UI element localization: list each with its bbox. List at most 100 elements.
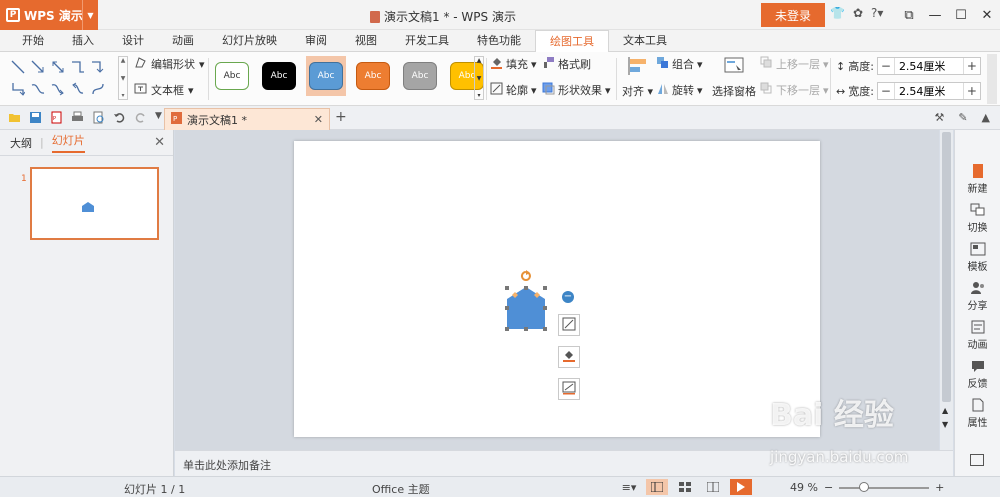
- task-template[interactable]: 模板: [955, 242, 1000, 273]
- help-button[interactable]: ?▾: [871, 6, 883, 20]
- play-slideshow-button[interactable]: [730, 479, 752, 495]
- shirt-icon[interactable]: 👕: [830, 6, 845, 20]
- zoom-slider-knob[interactable]: [859, 481, 870, 492]
- tab-home[interactable]: 开始: [8, 30, 58, 51]
- arrow-line-icon[interactable]: [28, 56, 48, 78]
- task-switch[interactable]: 切换: [955, 203, 1000, 234]
- curved-double-arrow-icon[interactable]: [68, 78, 88, 100]
- height-increment-button[interactable]: +: [964, 59, 980, 73]
- elbow-double-arrow-icon[interactable]: [8, 78, 28, 100]
- tab-text-tools[interactable]: 文本工具: [609, 30, 681, 51]
- tab-features[interactable]: 特色功能: [463, 30, 535, 51]
- width-input[interactable]: [893, 83, 964, 99]
- elbow-arrow-icon[interactable]: [88, 56, 108, 78]
- task-properties[interactable]: 属性: [955, 398, 1000, 429]
- selection-pane-button[interactable]: 选择窗格: [712, 56, 756, 99]
- minus-circle-icon[interactable]: −: [562, 291, 574, 303]
- export-pdf-icon[interactable]: P: [50, 111, 63, 124]
- width-increment-button[interactable]: +: [964, 84, 980, 98]
- notes-view-icon[interactable]: ≡▾: [618, 479, 640, 495]
- tab-drawing-tools[interactable]: 绘图工具: [535, 30, 609, 53]
- freeform-curve-icon[interactable]: [88, 78, 108, 100]
- shape-effects-button[interactable]: 形状效果 ▾: [542, 82, 614, 98]
- next-slide-icon[interactable]: ▼: [942, 420, 948, 429]
- shape-style-1[interactable]: Abc: [212, 56, 252, 96]
- document-tab[interactable]: P 演示文稿1 * ✕: [164, 108, 330, 130]
- curved-arrow-icon[interactable]: [48, 78, 68, 100]
- selected-shape[interactable]: [501, 269, 551, 334]
- slide-thumbnail[interactable]: [30, 167, 159, 240]
- fill-button[interactable]: 填充 ▾: [490, 56, 542, 72]
- line-gallery-scroll[interactable]: ▲ ▼ ▾: [118, 56, 128, 100]
- scrollbar-thumb[interactable]: [942, 132, 951, 402]
- undo-icon[interactable]: [113, 111, 126, 124]
- bring-forward-button[interactable]: 上移一层 ▾: [760, 56, 829, 72]
- tab-outline[interactable]: 大纲: [10, 135, 32, 151]
- vertical-scrollbar[interactable]: ▲ ▼: [940, 130, 953, 450]
- shape-style-5[interactable]: Abc: [400, 56, 440, 96]
- save-icon[interactable]: [29, 111, 42, 124]
- group-button[interactable]: 组合 ▾: [656, 56, 703, 72]
- edit-shape-button[interactable]: 编辑形状 ▾: [134, 56, 205, 72]
- chevron-down-icon[interactable]: ▼: [82, 0, 98, 30]
- tab-slideshow[interactable]: 幻灯片放映: [208, 30, 291, 51]
- double-arrow-icon[interactable]: [48, 56, 68, 78]
- zoom-slider[interactable]: [839, 481, 930, 492]
- reading-view-button[interactable]: [702, 479, 724, 495]
- login-button[interactable]: 未登录: [761, 3, 825, 27]
- tools-icon[interactable]: ⚒: [934, 111, 944, 124]
- zoom-in-button[interactable]: +: [935, 481, 944, 494]
- close-icon[interactable]: ✕: [154, 135, 165, 150]
- shape-style-4[interactable]: Abc: [353, 56, 393, 96]
- outline-button[interactable]: 轮廓 ▾: [490, 82, 542, 98]
- width-decrement-button[interactable]: −: [878, 84, 894, 98]
- format-painter-button[interactable]: 格式刷: [542, 56, 614, 72]
- normal-view-button[interactable]: [646, 479, 668, 495]
- shape-style-2[interactable]: Abc: [259, 56, 299, 96]
- align-button[interactable]: 对齐 ▾: [622, 56, 653, 99]
- tab-slides[interactable]: 幻灯片: [51, 132, 85, 153]
- tab-insert[interactable]: 插入: [58, 30, 108, 51]
- chat-icon[interactable]: ✿: [853, 6, 863, 20]
- tab-developer[interactable]: 开发工具: [391, 30, 463, 51]
- redo-icon[interactable]: [134, 111, 147, 124]
- style-gallery-scroll[interactable]: ▲ ▼ ▾: [474, 56, 484, 100]
- line-icon[interactable]: [8, 56, 28, 78]
- maximize-button[interactable]: ☐: [948, 0, 974, 30]
- task-new[interactable]: 新建: [955, 164, 1000, 195]
- minimize-button[interactable]: —: [922, 0, 948, 30]
- fill-quick-button[interactable]: [558, 346, 580, 368]
- image-icon[interactable]: [970, 454, 984, 466]
- rotate-button[interactable]: 旋转 ▾: [656, 82, 703, 98]
- text-box-button[interactable]: 文本框 ▾: [134, 82, 205, 98]
- task-share[interactable]: 分享: [955, 281, 1000, 312]
- task-animation[interactable]: 动画: [955, 320, 1000, 351]
- collapse-ribbon-icon[interactable]: ▲: [982, 111, 990, 124]
- send-backward-button[interactable]: 下移一层 ▾: [760, 82, 829, 98]
- shape-style-3[interactable]: Abc: [306, 56, 346, 96]
- open-folder-icon[interactable]: [8, 111, 21, 124]
- tab-view[interactable]: 视图: [341, 30, 391, 51]
- print-icon[interactable]: [71, 111, 84, 124]
- outline-quick-button[interactable]: [558, 378, 580, 400]
- slide-canvas[interactable]: −: [294, 141, 820, 437]
- shape-style-quick-button[interactable]: [558, 314, 580, 336]
- elbow-connector-icon[interactable]: [68, 56, 88, 78]
- slide-sorter-button[interactable]: [674, 479, 696, 495]
- previous-slide-icon[interactable]: ▲: [942, 406, 948, 415]
- wps-menu-button[interactable]: P WPS 演示 ▼: [0, 0, 98, 30]
- close-button[interactable]: ✕: [974, 0, 1000, 30]
- height-input[interactable]: [893, 58, 964, 74]
- ribbon-scrollbar[interactable]: [987, 54, 997, 104]
- tab-animation[interactable]: 动画: [158, 30, 208, 51]
- zoom-out-button[interactable]: −: [824, 481, 833, 494]
- tab-design[interactable]: 设计: [108, 30, 158, 51]
- restore-top-icon[interactable]: ⧉: [896, 0, 922, 30]
- task-feedback[interactable]: 反馈: [955, 359, 1000, 390]
- skin-icon[interactable]: ✎: [958, 111, 967, 124]
- height-decrement-button[interactable]: −: [878, 59, 894, 73]
- tab-review[interactable]: 审阅: [291, 30, 341, 51]
- curved-connector-icon[interactable]: [28, 78, 48, 100]
- close-icon[interactable]: ✕: [314, 113, 323, 126]
- add-tab-icon[interactable]: +: [335, 109, 347, 125]
